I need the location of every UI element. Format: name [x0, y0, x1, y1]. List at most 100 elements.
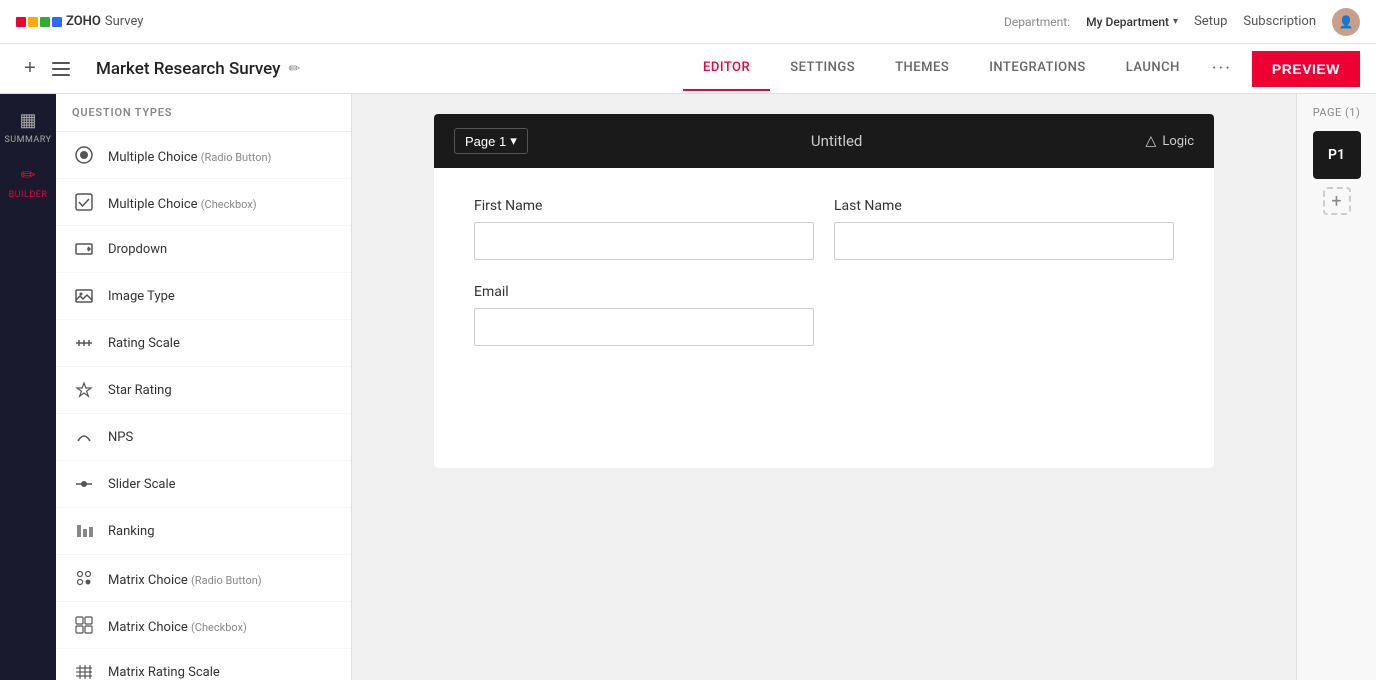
tab-themes[interactable]: THEMES: [875, 46, 969, 91]
nps-icon: [72, 425, 96, 449]
logo-text: ZOHO: [66, 14, 101, 29]
email-label: Email: [474, 284, 1174, 300]
qtype-star-rating[interactable]: Star Rating: [56, 367, 351, 414]
star-rating-icon: [72, 378, 96, 402]
logic-icon: △: [1146, 133, 1157, 149]
top-nav-left: ZOHO Survey: [16, 14, 143, 29]
tab-settings[interactable]: SETTINGS: [770, 46, 875, 91]
matrix-choice-radio-icon: [72, 566, 96, 590]
edit-icon[interactable]: ✏: [289, 61, 301, 77]
page-dropdown-icon: ▾: [510, 133, 517, 149]
secondary-nav: + Market Research Survey ✏ EDITOR SETTIN…: [0, 44, 1376, 94]
page-content: First Name Last Name Email: [434, 168, 1214, 468]
setup-link[interactable]: Setup: [1194, 14, 1227, 29]
dept-label: Department:: [1004, 15, 1070, 29]
dropdown-icon: [72, 237, 96, 261]
main-layout: ▦ SUMMARY ✏ BUILDER QUESTION TYPES Multi…: [0, 94, 1376, 680]
first-name-label: First Name: [474, 198, 814, 214]
qtype-multiple-choice-radio-label: Multiple Choice: [108, 150, 201, 165]
logic-button[interactable]: △ Logic: [1146, 133, 1194, 149]
qtype-matrix-choice-checkbox[interactable]: Matrix Choice (Checkbox): [56, 602, 351, 649]
checkbox-icon: [72, 190, 96, 214]
last-name-label: Last Name: [834, 198, 1174, 214]
qtype-nps[interactable]: NPS: [56, 414, 351, 461]
question-panel: QUESTION TYPES Multiple Choice (Radio Bu…: [56, 94, 352, 680]
qtype-matrix-choice-radio[interactable]: Matrix Choice (Radio Button): [56, 555, 351, 602]
subscription-link[interactable]: Subscription: [1243, 14, 1316, 29]
name-form-row: First Name Last Name: [474, 198, 1174, 260]
add-page-button[interactable]: +: [1323, 187, 1351, 215]
dept-value[interactable]: My Department ▾: [1086, 15, 1178, 29]
more-button[interactable]: ···: [1200, 58, 1244, 79]
top-nav-right: Department: My Department ▾ Setup Subscr…: [1004, 8, 1360, 36]
qtype-multiple-choice-checkbox[interactable]: Multiple Choice (Checkbox): [56, 179, 351, 226]
page-header: Page 1 ▾ Untitled △ Logic: [434, 114, 1214, 168]
qtype-dropdown-label: Dropdown: [108, 242, 167, 257]
page-title: Untitled: [528, 132, 1146, 150]
right-sidebar: PAGE (1) P1 +: [1296, 94, 1376, 680]
qtype-matrix-choice-checkbox-sub: (Checkbox): [191, 621, 247, 634]
qtype-nps-label: NPS: [108, 430, 133, 445]
question-panel-header: QUESTION TYPES: [56, 94, 351, 132]
ranking-icon: [72, 519, 96, 543]
qtype-multiple-choice-radio[interactable]: Multiple Choice (Radio Button): [56, 132, 351, 179]
qtype-matrix-choice-radio-label: Matrix Choice: [108, 573, 191, 588]
add-button[interactable]: +: [16, 55, 44, 83]
avatar[interactable]: 👤: [1332, 8, 1360, 36]
summary-icon: ▦: [19, 110, 36, 131]
page-1-label: Page 1: [465, 134, 506, 149]
page-container: Page 1 ▾ Untitled △ Logic First Name Las…: [434, 114, 1214, 660]
radio-icon: [72, 143, 96, 167]
sidebar-item-builder[interactable]: ✏ BUILDER: [6, 157, 50, 208]
hamburger-line: [52, 62, 70, 64]
hamburger-button[interactable]: [52, 55, 80, 83]
qtype-matrix-rating-scale-label: Matrix Rating Scale: [108, 665, 220, 680]
hamburger-line: [52, 74, 70, 76]
email-input[interactable]: [474, 308, 814, 346]
sidebar-item-summary[interactable]: ▦ SUMMARY: [6, 102, 50, 153]
qtype-matrix-rating-scale[interactable]: Matrix Rating Scale: [56, 649, 351, 680]
p1-button[interactable]: P1: [1313, 131, 1361, 179]
tab-launch[interactable]: LAUNCH: [1106, 46, 1200, 91]
logo-sq-yellow: [28, 17, 38, 27]
sidebar-builder-label: BUILDER: [9, 190, 48, 200]
preview-button[interactable]: PREVIEW: [1252, 51, 1360, 87]
image-type-icon: [72, 284, 96, 308]
icon-sidebar: ▦ SUMMARY ✏ BUILDER: [0, 94, 56, 680]
email-group: Email: [474, 284, 1174, 346]
page-1-button[interactable]: Page 1 ▾: [454, 128, 528, 154]
qtype-multiple-choice-radio-sub: (Radio Button): [201, 151, 272, 164]
top-nav: ZOHO Survey Department: My Department ▾ …: [0, 0, 1376, 44]
matrix-choice-checkbox-icon: [72, 613, 96, 637]
slider-scale-icon: [72, 472, 96, 496]
qtype-star-rating-label: Star Rating: [108, 383, 172, 398]
tab-integrations[interactable]: INTEGRATIONS: [969, 46, 1106, 91]
logo-sq-blue: [52, 17, 62, 27]
page-label: PAGE (1): [1313, 106, 1361, 119]
rating-scale-icon: [72, 331, 96, 355]
logo-box: [16, 17, 62, 27]
nav-tabs: EDITOR SETTINGS THEMES INTEGRATIONS LAUN…: [683, 46, 1244, 91]
qtype-dropdown[interactable]: Dropdown: [56, 226, 351, 273]
qtype-slider-scale-label: Slider Scale: [108, 477, 176, 492]
logo-survey: Survey: [105, 14, 144, 29]
qtype-rating-scale[interactable]: Rating Scale: [56, 320, 351, 367]
qtype-multiple-choice-checkbox-sub: (Checkbox): [201, 198, 257, 211]
qtype-slider-scale[interactable]: Slider Scale: [56, 461, 351, 508]
first-name-input[interactable]: [474, 222, 814, 260]
survey-title: Market Research Survey: [96, 59, 281, 79]
builder-icon: ✏: [20, 165, 35, 186]
qtype-matrix-choice-radio-sub: (Radio Button): [191, 574, 262, 587]
first-name-group: First Name: [474, 198, 814, 260]
logo-sq-red: [16, 17, 26, 27]
last-name-input[interactable]: [834, 222, 1174, 260]
qtype-ranking-label: Ranking: [108, 524, 155, 539]
zoho-logo: ZOHO Survey: [16, 14, 143, 29]
logic-label: Logic: [1162, 134, 1194, 149]
canvas-area: Page 1 ▾ Untitled △ Logic First Name Las…: [352, 94, 1296, 680]
qtype-ranking[interactable]: Ranking: [56, 508, 351, 555]
qtype-multiple-choice-checkbox-label: Multiple Choice: [108, 197, 201, 212]
matrix-rating-scale-icon: [72, 660, 96, 680]
qtype-image-type[interactable]: Image Type: [56, 273, 351, 320]
tab-editor[interactable]: EDITOR: [683, 46, 770, 91]
